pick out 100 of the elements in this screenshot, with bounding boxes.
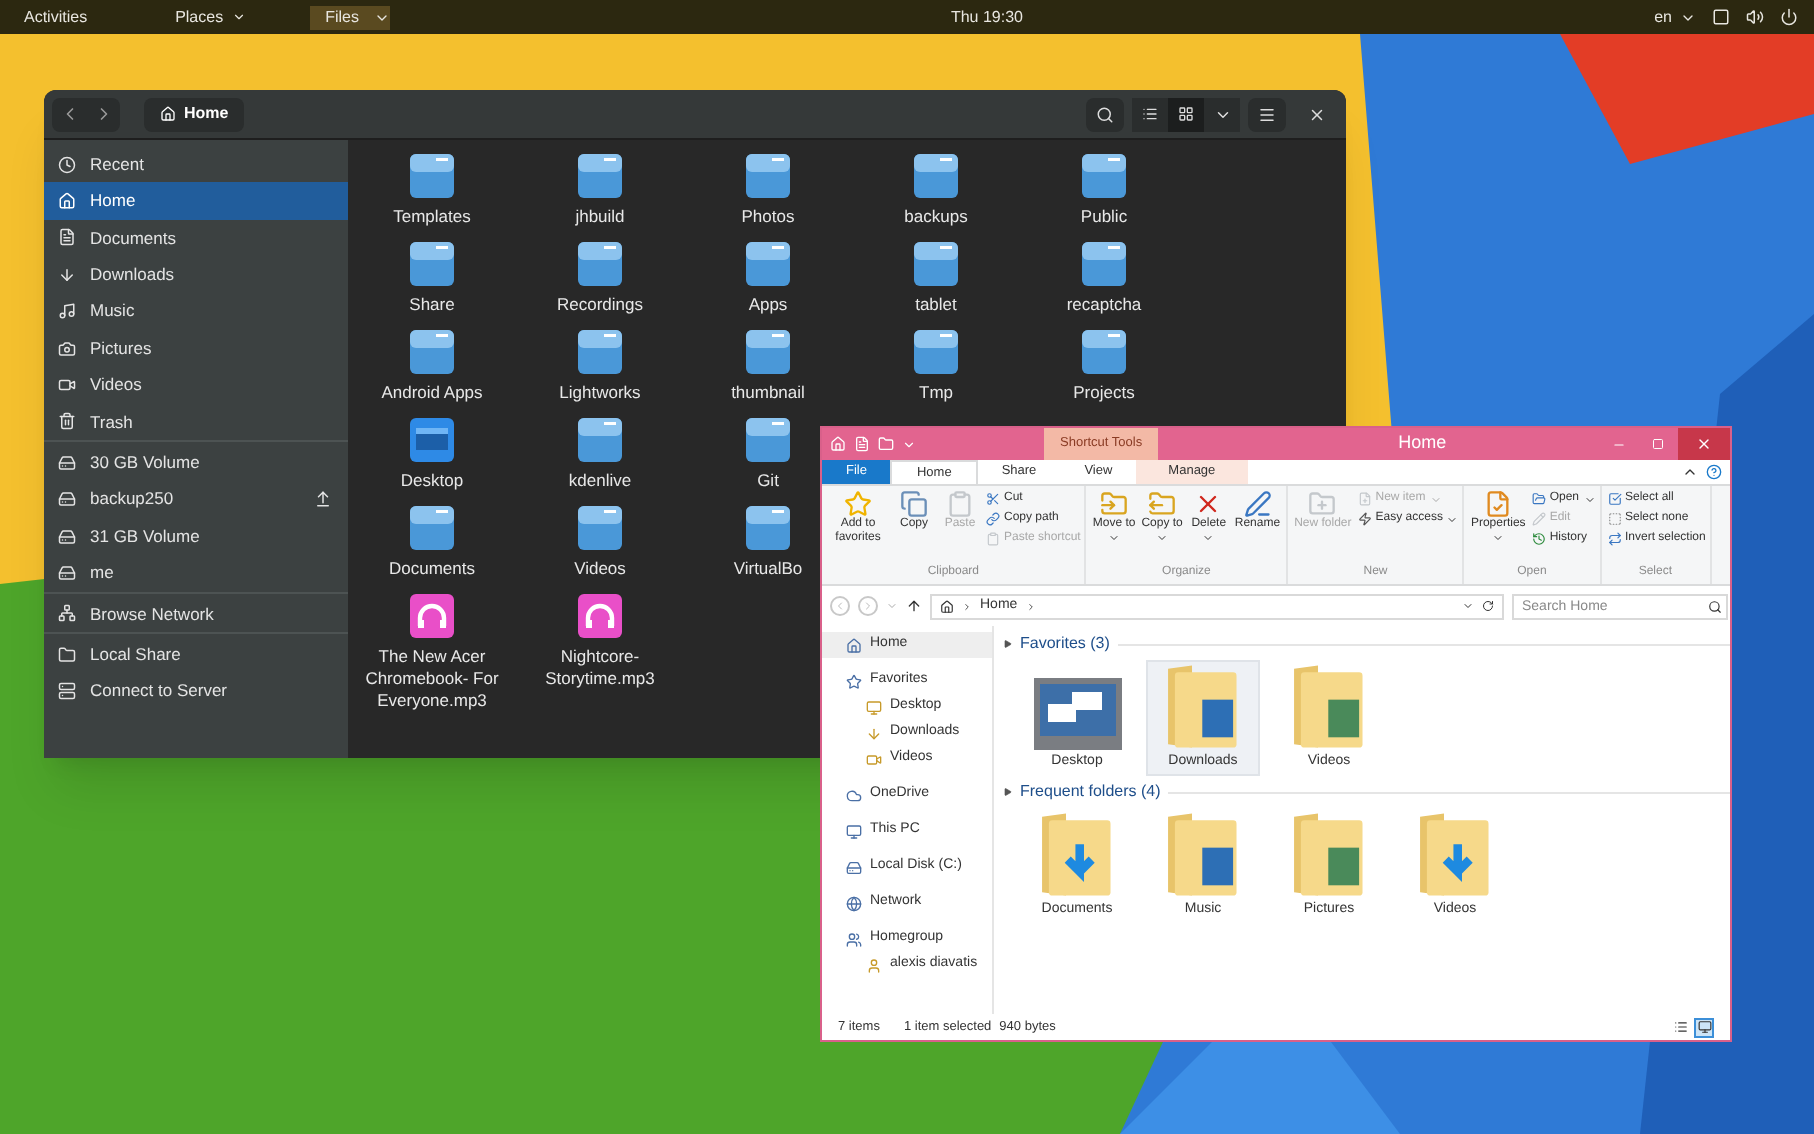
folder-icon [743,328,792,376]
sidebar-item[interactable]: Connect to Server [44,672,348,710]
audio-file-icon [408,592,456,640]
list-icon [1142,106,1158,122]
file-item[interactable]: Public [1072,152,1136,228]
sidebar-item[interactable]: Downloads [44,256,348,294]
home-icon [940,599,954,613]
refresh-icon [1482,600,1494,612]
document-icon[interactable] [854,436,870,452]
file-item[interactable]: thumbnail [723,328,813,404]
file-item[interactable]: Apps [740,240,796,316]
folder-icon[interactable] [878,436,894,452]
eject-icon[interactable] [314,490,332,509]
caret-icon [1108,531,1121,543]
path-button[interactable]: Home [144,97,245,131]
sidebar-item[interactable]: Documents [44,219,348,257]
chevron-right-icon [962,601,972,611]
sidebar-item[interactable]: 30 GB Volume [44,444,348,482]
large-icons-view-button[interactable] [1694,1017,1714,1037]
sidebar-item[interactable]: Music [44,293,348,330]
folder-icon [744,416,792,464]
star-icon [844,490,872,518]
file-item[interactable]: The New Acer Chromebook- For Everyone.mp3 [348,592,516,712]
file-item[interactable]: Nightcore-Storytime.mp3 [516,592,684,690]
activities-button[interactable]: Activities [16,5,96,29]
file-item[interactable]: Share [401,240,463,316]
sidebar-item[interactable]: Browse Network [44,595,348,633]
collapse-ribbon-icon[interactable] [1682,464,1698,480]
chevron-left-icon [834,600,846,612]
computer-icon [846,823,862,839]
collapse-icon[interactable] [1004,788,1012,796]
file-item[interactable]: Videos [566,504,634,580]
caret-icon [1202,531,1215,543]
sidebar-item[interactable]: Trash [44,403,348,441]
home-icon [58,192,76,211]
sidebar-item[interactable]: Pictures [44,329,348,367]
folder-icon [575,328,624,376]
file-item[interactable]: tablet [907,240,965,316]
places-menu[interactable]: Places [175,5,246,29]
help-icon[interactable] [1706,464,1722,480]
sidebar-item[interactable]: Recent [44,146,348,183]
file-item[interactable]: Lightworks [551,328,649,404]
section-header[interactable]: Favorites (3) [1020,632,1110,656]
large-icons-icon [1697,1020,1711,1034]
keyboard-layout-menu[interactable]: en [1654,5,1696,29]
list-icon [1673,1020,1687,1034]
drive-icon [58,527,76,546]
window-title: Home [1398,430,1447,457]
search-button[interactable] [1086,97,1124,131]
folder-icon [744,240,792,288]
caret-icon [1156,531,1169,543]
sidebar-item[interactable]: 31 GB Volume [44,517,348,555]
sidebar-item[interactable]: Home [44,182,348,220]
file-item[interactable]: kdenlive [560,416,640,492]
folder-icon [744,504,792,552]
folder-icon [407,328,456,376]
search-icon [1708,599,1722,613]
properties-icon [1484,490,1513,518]
globe-icon [846,895,862,911]
file-item[interactable]: Projects [1065,328,1143,404]
caret-icon [1462,600,1474,612]
up-icon[interactable] [906,598,922,614]
menu-button[interactable] [1248,97,1286,131]
monitor-icon [866,699,882,715]
drive-icon [846,859,862,875]
list-view-button[interactable] [1132,97,1168,131]
file-item[interactable]: Git [744,416,792,492]
collapse-icon[interactable] [1004,640,1012,648]
volume-icon[interactable] [1746,8,1764,26]
history-icon [1531,532,1546,546]
file-item[interactable]: jhbuild [567,152,633,228]
sidebar-item[interactable]: me [44,554,348,592]
file-item[interactable]: Photos [733,152,803,228]
app-menu[interactable]: Files [309,5,391,29]
sidebar-item[interactable]: Videos [44,366,348,404]
file-item[interactable]: recaptcha [1058,240,1150,316]
file-item[interactable]: Android Apps [373,328,491,404]
window-icon[interactable] [1712,8,1730,26]
caret-icon [1583,493,1595,505]
sidebar-item[interactable]: backup250 [44,481,348,518]
file-item[interactable]: Desktop [392,416,472,492]
maximize-icon [1652,438,1664,450]
caret-icon[interactable] [902,437,916,451]
sidebar-item[interactable]: Local Share [44,636,348,673]
section-header[interactable]: Frequent folders (4) [1020,780,1161,804]
close-icon [1307,105,1325,123]
file-item[interactable]: Tmp [911,328,961,404]
clock[interactable]: Thu 19:30 [950,5,1023,29]
file-item[interactable]: backups [896,152,976,228]
folder-icon [744,152,792,200]
pencil-icon [1531,512,1546,526]
file-item[interactable]: Templates [385,152,479,228]
folder-icon [1080,152,1128,200]
home-icon[interactable] [830,436,846,452]
power-icon[interactable] [1780,8,1798,26]
menu-icon [1258,105,1276,123]
grid-view-button[interactable] [1168,97,1204,131]
file-item[interactable]: Documents [381,504,483,580]
file-item[interactable]: Recordings [549,240,651,316]
file-item[interactable]: VirtualBo [725,504,811,580]
